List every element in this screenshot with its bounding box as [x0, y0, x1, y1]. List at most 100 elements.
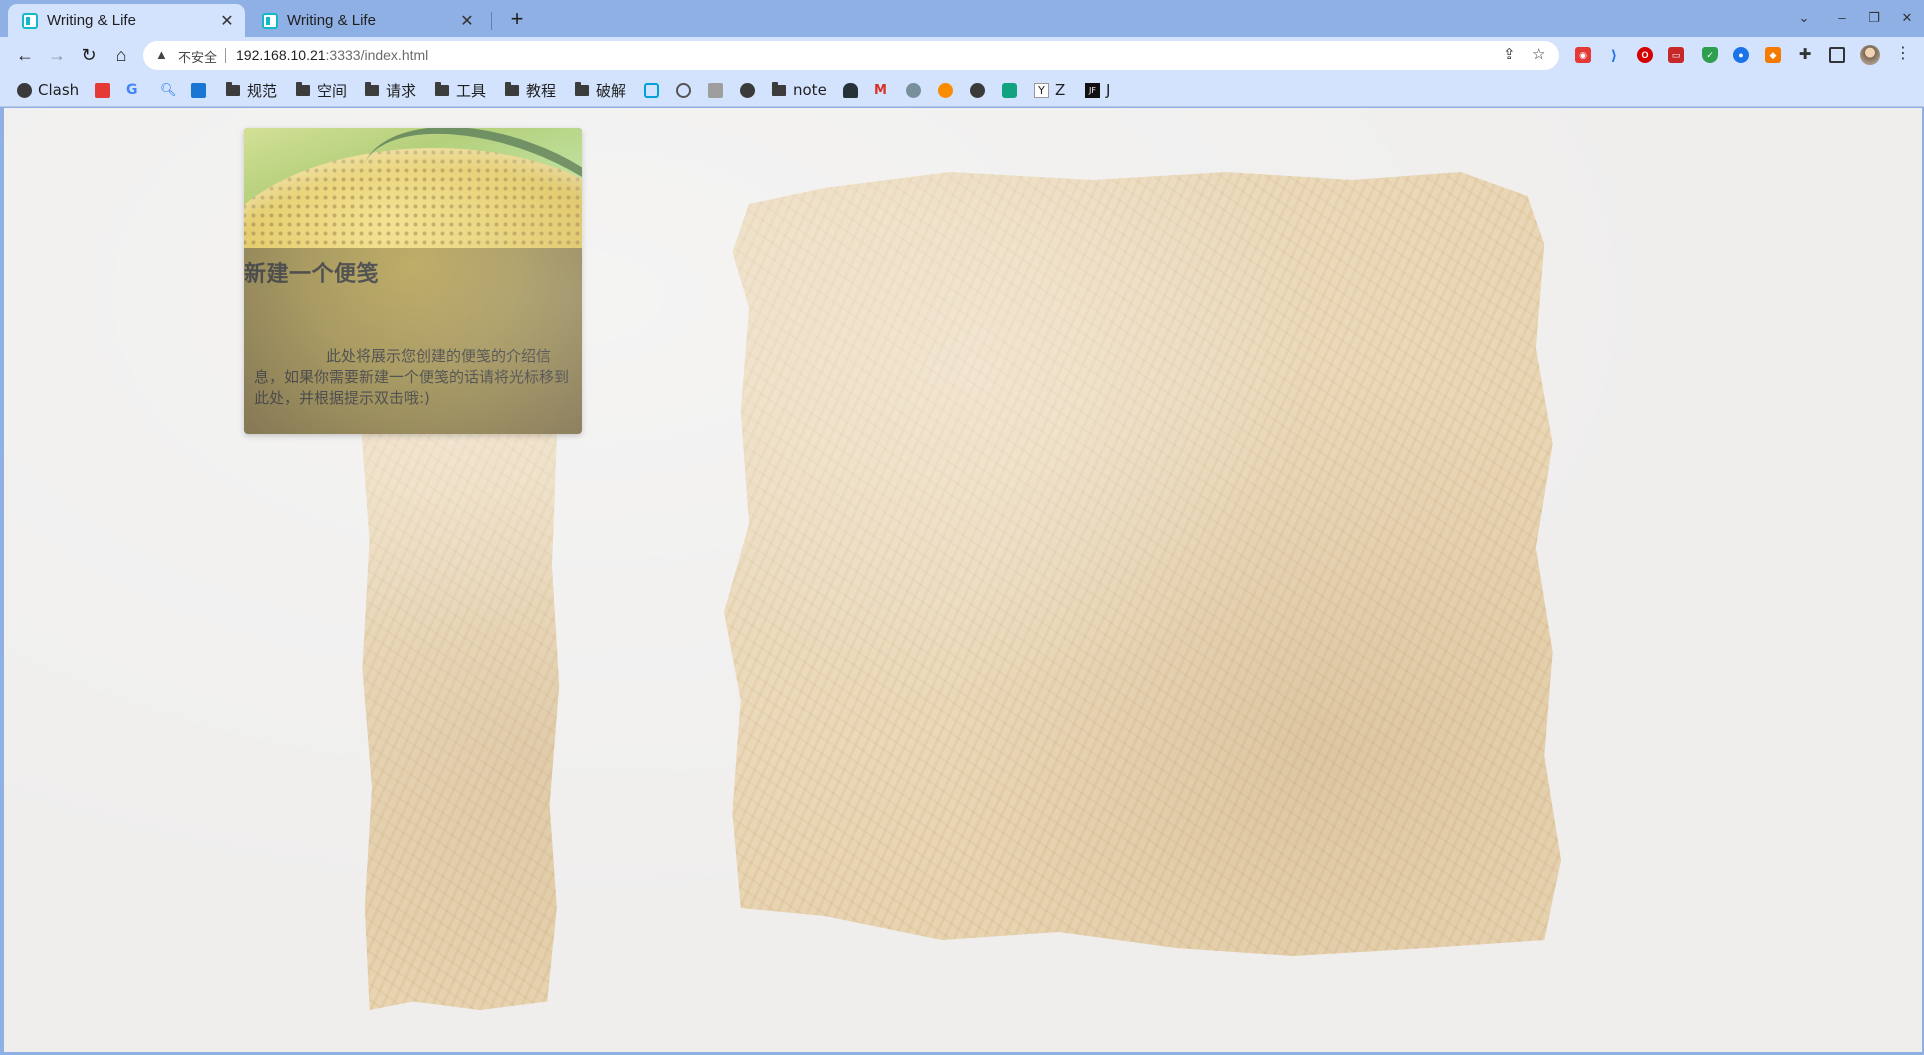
bookmark-figure[interactable] [843, 80, 864, 100]
metamask-fox-icon[interactable]: ◆ [1765, 47, 1781, 63]
jf-icon: JF [1085, 82, 1100, 98]
extension-screen-icon[interactable]: ▭ [1668, 47, 1684, 63]
note-card-title: 新建一个便笺 [244, 262, 380, 287]
address-divider [225, 48, 226, 63]
extensions-puzzle-icon[interactable]: ✚ [1797, 47, 1813, 63]
chatgpt-icon [1002, 82, 1017, 98]
bookmark-translate[interactable] [191, 80, 212, 100]
search-icon: 🔍︎ [160, 82, 177, 98]
bookmark-check[interactable] [676, 80, 697, 100]
forward-button[interactable]: → [43, 41, 71, 69]
tab-search-button[interactable]: ⌄ [1790, 6, 1818, 30]
extension-blue-dot-icon[interactable]: ● [1733, 47, 1749, 63]
profile-avatar[interactable] [1860, 45, 1880, 65]
note-card-description: 此处将展示您创建的便笺的介绍信息，如果你需要新建一个便笺的话请将光标移到此处，并… [254, 347, 570, 407]
bookmark-label: Clash [38, 81, 80, 99]
home-button[interactable]: ⌂ [107, 41, 135, 69]
close-window-button[interactable]: ✕ [1893, 6, 1921, 30]
folder-icon [505, 81, 519, 96]
url-path: :3333/index.html [325, 47, 429, 63]
url-text[interactable]: 192.168.10.21:3333/index.html [236, 47, 428, 63]
bookmark-label: 教程 [526, 81, 557, 100]
menu-icon[interactable]: ⋮ [1895, 43, 1911, 63]
bookmark-label: 破解 [596, 81, 627, 100]
bookmark-z[interactable]: YZ [1034, 80, 1065, 100]
tab-writing-life[interactable]: Writing & Life ✕ [248, 4, 485, 37]
bookmark-google[interactable]: G [126, 80, 147, 100]
warning-icon[interactable]: ▲ [155, 47, 168, 62]
paper-sheet [724, 172, 1561, 956]
bird-icon [906, 82, 921, 98]
restore-button[interactable]: ❐ [1860, 6, 1888, 30]
page-viewport: 新建一个便笺 此处将展示您创建的便笺的介绍信息，如果你需要新建一个便笺的话请将光… [4, 108, 1922, 1052]
extension-opera-icon[interactable]: O [1637, 47, 1653, 63]
folder-icon [365, 81, 379, 96]
bookmark-bird[interactable] [906, 80, 927, 100]
bookmark-bilibili[interactable] [644, 80, 665, 100]
bookmark-folder-note[interactable]: note [772, 80, 827, 100]
bookmark-label: Z [1055, 81, 1066, 99]
bookmark-folder-gongju[interactable]: 工具 [435, 80, 486, 100]
extension-shield-icon[interactable]: ✓ [1702, 47, 1718, 63]
bookmark-folder-pojie[interactable]: 破解 [575, 80, 626, 100]
minimize-button[interactable]: – [1828, 6, 1856, 30]
tab-title: Writing & Life [287, 12, 376, 29]
extension-wave-icon[interactable]: ⟩ [1606, 47, 1622, 63]
side-panel-icon[interactable] [1829, 47, 1845, 63]
close-icon[interactable]: ✕ [459, 11, 475, 31]
bookmark-label: 规范 [247, 81, 278, 100]
bookmark-j[interactable]: JF J [1085, 80, 1110, 100]
translate-icon [191, 82, 206, 98]
folder-icon [575, 81, 589, 96]
bookmark-clash[interactable]: Clash [17, 80, 79, 100]
new-tab-button[interactable]: + [503, 6, 531, 34]
bookmark-globe[interactable] [740, 80, 761, 100]
doc-icon [708, 82, 723, 98]
orange-icon [938, 82, 953, 98]
back-button[interactable]: ← [11, 41, 39, 69]
qr-icon [95, 82, 110, 98]
site-favicon-icon [262, 12, 278, 29]
bookmark-chatgpt[interactable] [1002, 80, 1023, 100]
bookmark-label: J [1106, 81, 1111, 99]
gmail-icon: M [874, 82, 887, 98]
security-status[interactable]: 不安全 [178, 47, 217, 66]
bookmark-star-icon[interactable]: ☆ [1532, 45, 1545, 63]
tab-writing-life-active[interactable]: Writing & Life ✕ [8, 4, 245, 37]
google-icon: G [126, 81, 138, 98]
folder-icon [772, 81, 786, 96]
bookmark-folder-kongjian[interactable]: 空间 [296, 80, 347, 100]
note-card-image [244, 128, 582, 248]
url-host: 192.168.10.21 [236, 47, 326, 63]
globe-icon [17, 82, 32, 98]
globe-icon [740, 82, 755, 98]
bookmark-gmail[interactable]: M [874, 80, 895, 100]
bookmark-label: 工具 [456, 81, 487, 100]
reload-button[interactable]: ↻ [75, 41, 103, 69]
share-icon[interactable]: ⇪ [1503, 45, 1516, 63]
check-icon [676, 82, 691, 98]
tab-strip: Writing & Life ✕ Writing & Life ✕ + ⌄ – … [0, 0, 1924, 37]
bookmark-folder-qingqiu[interactable]: 请求 [365, 80, 416, 100]
bilibili-icon [644, 82, 659, 98]
bookmark-label: 空间 [317, 81, 348, 100]
globe-icon [970, 82, 985, 98]
bookmark-globe-2[interactable] [970, 80, 991, 100]
tab-title: Writing & Life [47, 12, 136, 29]
browser-toolbar: ← → ↻ ⌂ ▲ 不安全 192.168.10.21:3333/index.h… [0, 37, 1924, 73]
close-icon[interactable]: ✕ [219, 11, 235, 31]
bookmark-doc[interactable] [708, 80, 729, 100]
address-bar[interactable]: ▲ 不安全 192.168.10.21:3333/index.html ⇪ ☆ [143, 41, 1559, 70]
bookmark-folder-guifan[interactable]: 规范 [226, 80, 277, 100]
new-note-card[interactable]: 新建一个便笺 此处将展示您创建的便笺的介绍信息，如果你需要新建一个便笺的话请将光… [244, 128, 582, 434]
bookmark-orange[interactable] [938, 80, 959, 100]
bookmark-search[interactable]: 🔍︎ [160, 80, 181, 100]
figure-icon [843, 82, 858, 98]
folder-icon [226, 81, 240, 96]
extension-red-icon[interactable]: ◉ [1575, 47, 1591, 63]
bookmark-qr[interactable] [95, 80, 116, 100]
bookmark-folder-jiaocheng[interactable]: 教程 [505, 80, 556, 100]
y-icon: Y [1034, 82, 1049, 98]
tab-divider [491, 12, 492, 30]
bookmark-label: note [793, 81, 827, 99]
